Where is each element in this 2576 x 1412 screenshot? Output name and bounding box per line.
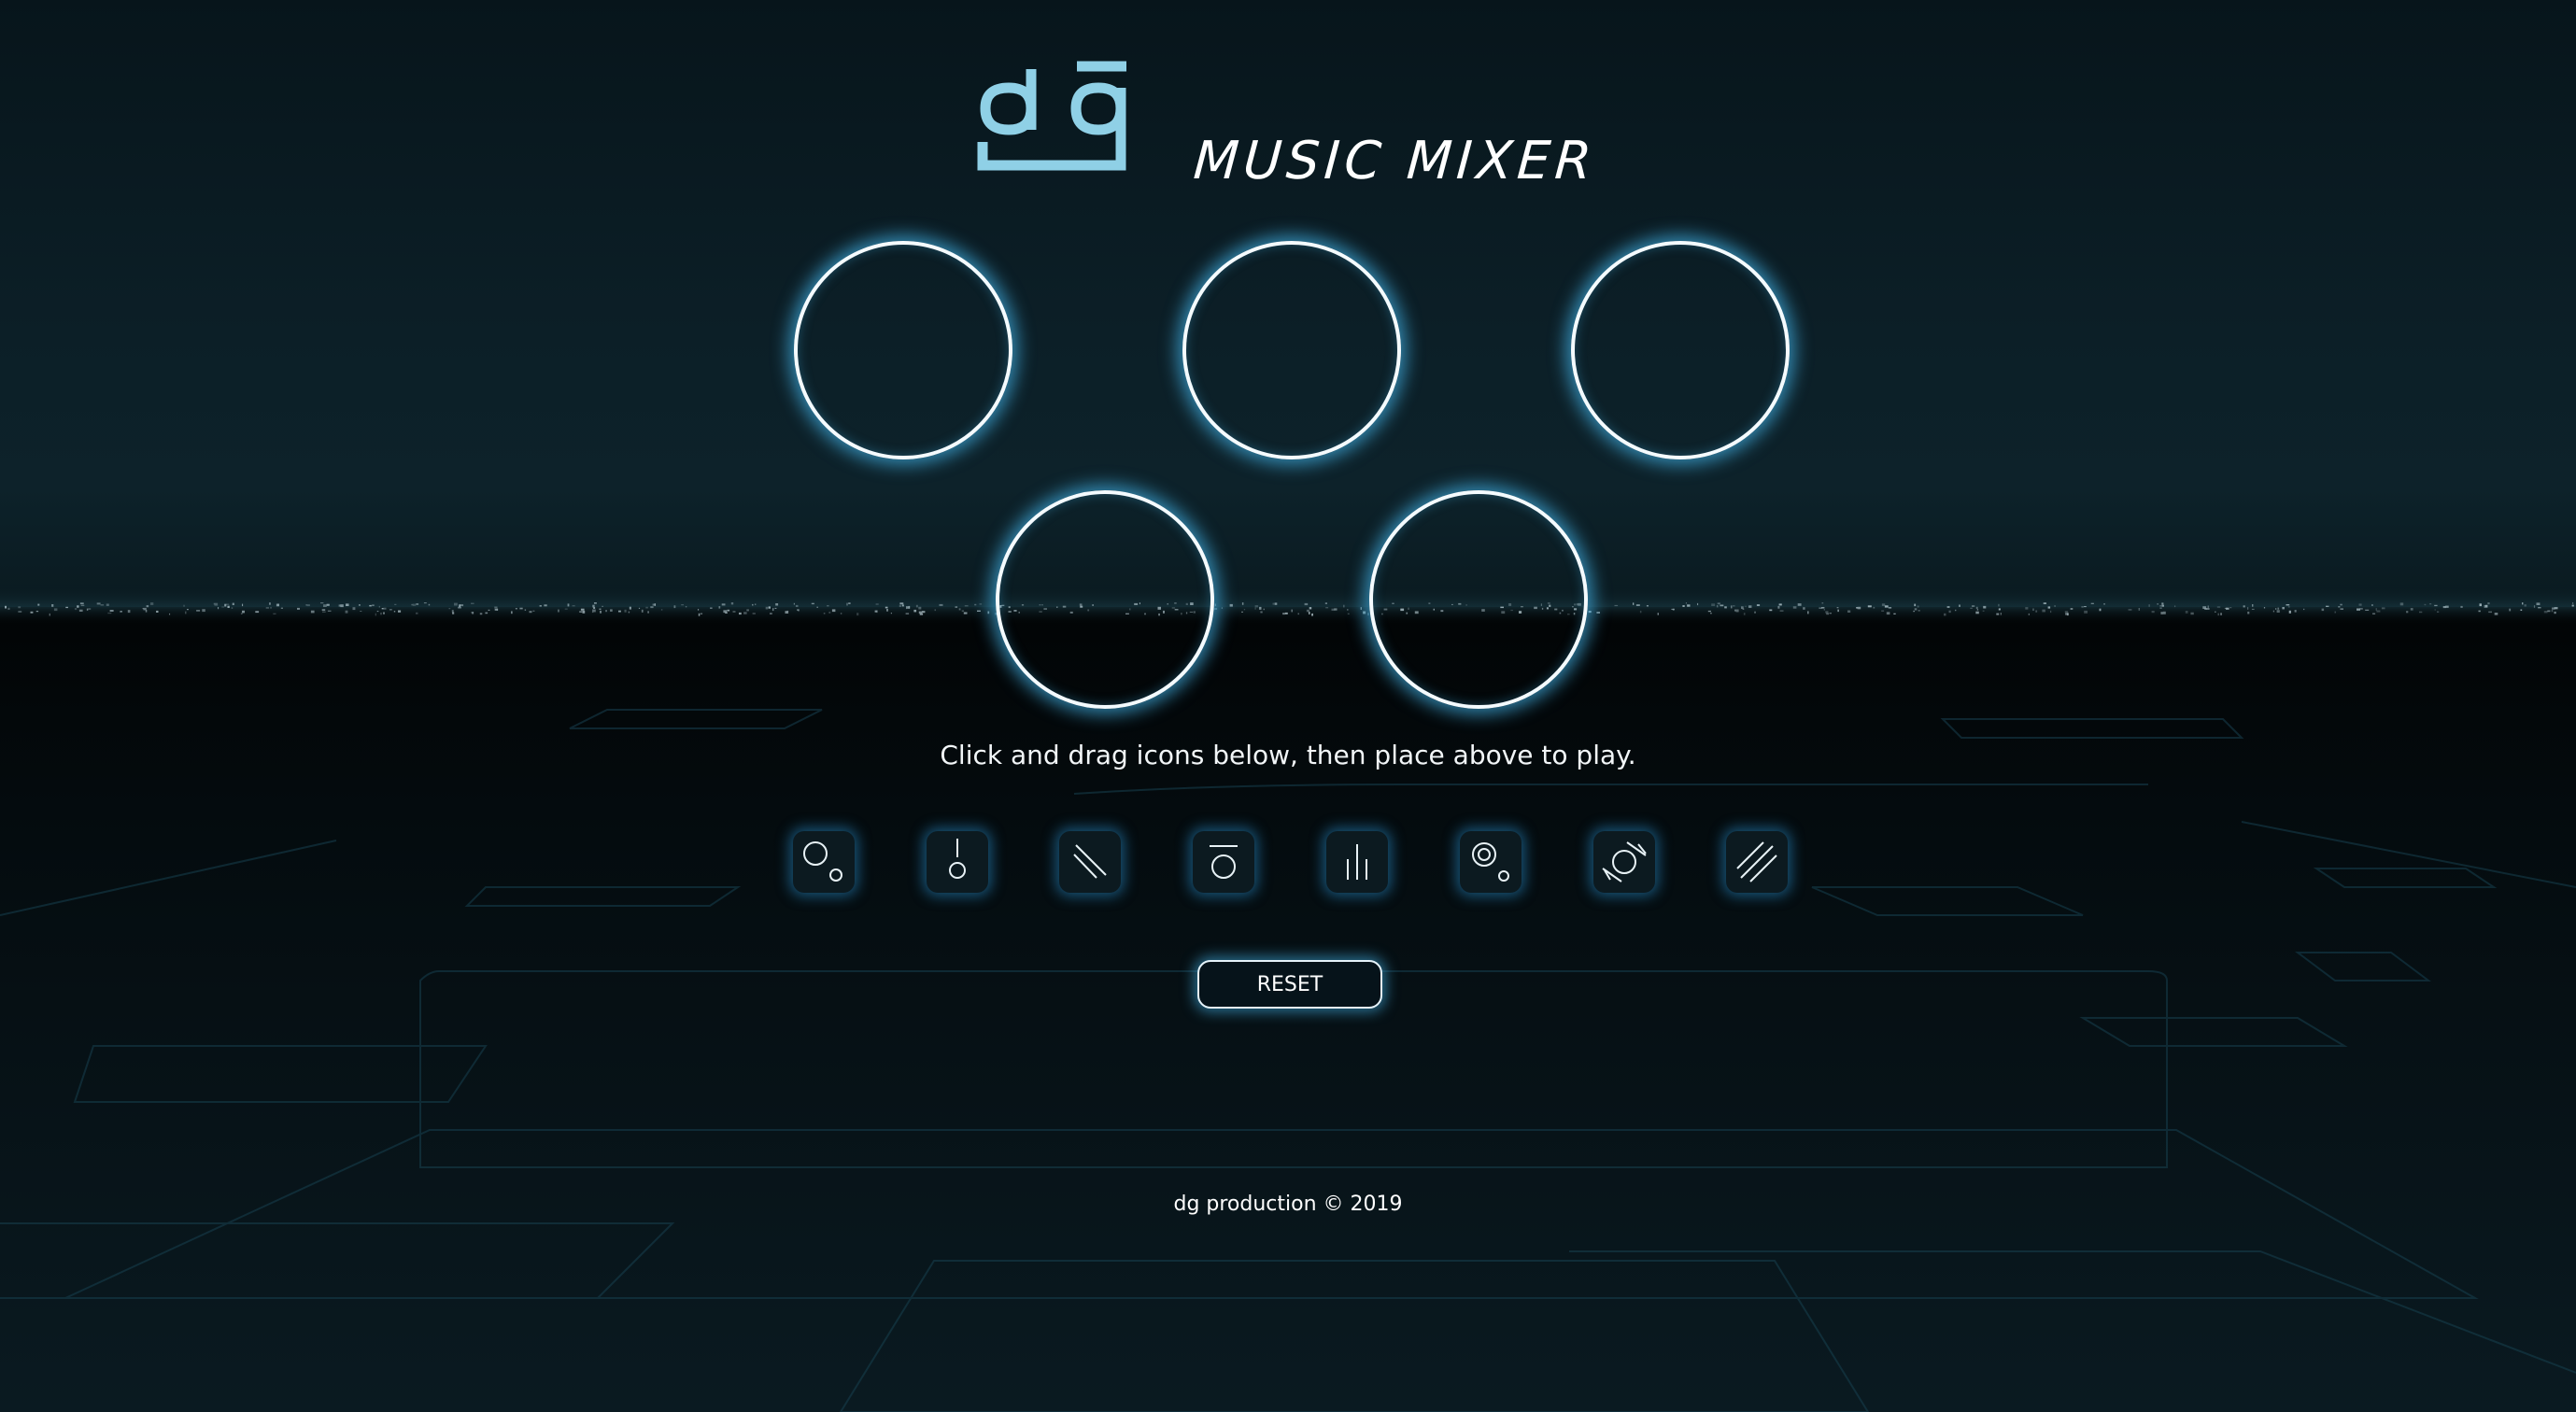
drop-slot-1[interactable] [794,241,1012,459]
app-title: MUSIC MIXER [1191,131,1599,191]
sound-tile-4[interactable] [1193,831,1254,893]
drop-slot-3[interactable] [1571,241,1790,459]
triple-slash-icon [1736,841,1777,882]
instructions-text: Click and drag icons below, then place a… [940,740,1636,770]
drop-slot-2[interactable] [1182,241,1401,459]
sound-tile-3[interactable] [1059,831,1121,893]
sound-tile-7[interactable] [1593,831,1655,893]
bar-circle-icon [1210,845,1238,879]
sound-tile-5[interactable] [1326,831,1388,893]
header: MUSIC MIXER [0,47,2576,191]
double-slash-icon [1073,844,1107,879]
drop-slot-5[interactable] [1369,490,1588,709]
drop-slot-4[interactable] [996,490,1214,709]
circuit-grid [0,709,2576,1412]
bars-icon [1347,844,1367,880]
circles-icon [803,841,842,882]
dg-logo [977,61,1126,171]
sound-tile-2[interactable] [927,831,988,893]
rotated-circle-icon [1602,841,1647,882]
sound-tile-1[interactable] [793,831,855,893]
pin-circle-icon [949,839,966,879]
footer-text: dg production © 2019 [1173,1193,1403,1216]
sound-tile-8[interactable] [1726,831,1788,893]
reset-button[interactable]: RESET [1197,960,1382,1009]
target-dot-icon [1472,842,1509,882]
sound-tile-6[interactable] [1460,831,1522,893]
